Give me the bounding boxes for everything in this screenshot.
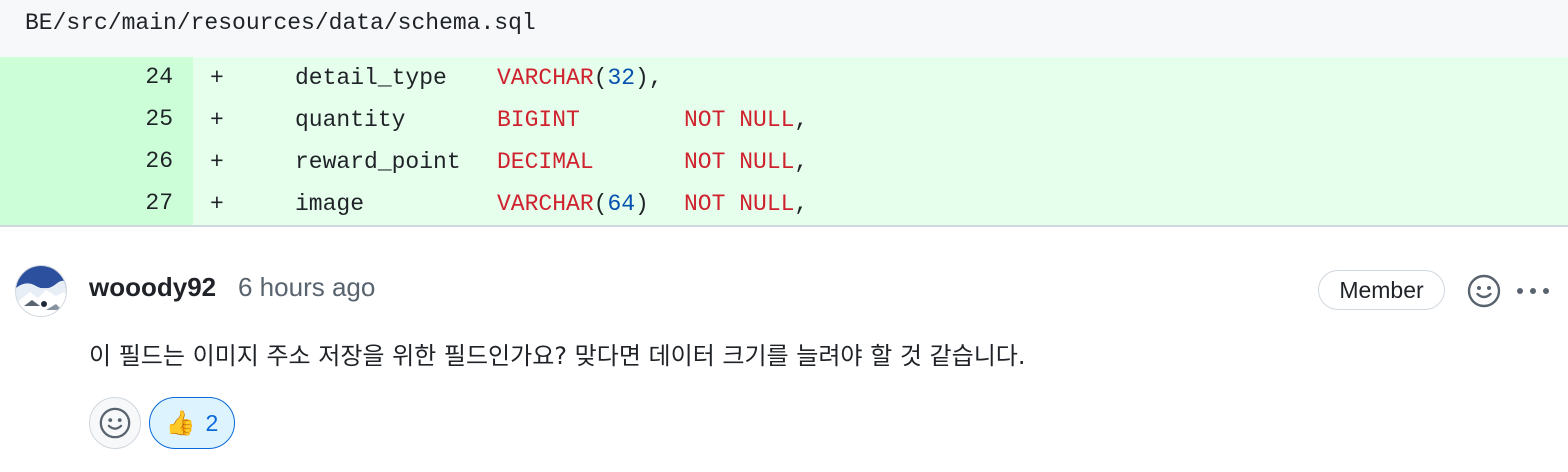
- column-name: detail_type: [295, 65, 447, 91]
- file-path-header[interactable]: BE/src/main/resources/data/schema.sql: [0, 0, 1568, 57]
- comment-author[interactable]: wooody92: [89, 272, 216, 303]
- trailing-comma: ,: [794, 107, 809, 133]
- column-type: DECIMAL: [497, 149, 594, 175]
- avatar-image: [16, 266, 66, 316]
- kebab-horizontal-icon[interactable]: [1514, 276, 1554, 306]
- type-paren-close: ): [635, 191, 649, 217]
- smiley-icon: [99, 407, 131, 439]
- column-constraint: NOT NULL,: [684, 141, 808, 183]
- code-line: + detail_type VARCHAR(32),: [193, 57, 1568, 99]
- thumbs-up-icon: 👍: [165, 409, 196, 437]
- diff-hunk: 24 + detail_type VARCHAR(32), 25 + quant…: [0, 57, 1568, 226]
- diff-line: 27 + image VARCHAR(64) NOT NULL,: [0, 183, 1568, 225]
- comment-timestamp[interactable]: 6 hours ago: [238, 272, 375, 303]
- reaction-count: 2: [205, 409, 219, 436]
- role-badge: Member: [1318, 270, 1445, 310]
- column-type: VARCHAR(32),: [497, 57, 663, 99]
- code-line: + quantity BIGINT NOT NULL,: [193, 99, 1568, 141]
- smiley-icon[interactable]: [1466, 273, 1502, 309]
- diff-line: 24 + detail_type VARCHAR(32),: [0, 57, 1568, 99]
- column-type: VARCHAR(64): [497, 183, 649, 225]
- file-path[interactable]: BE/src/main/resources/data/schema.sql: [25, 10, 536, 36]
- diff-add-marker: +: [210, 107, 224, 133]
- code-line: + reward_point DECIMAL NOT NULL,: [193, 141, 1568, 183]
- diff-line: 26 + reward_point DECIMAL NOT NULL,: [0, 141, 1568, 183]
- line-number[interactable]: 25: [0, 99, 193, 141]
- divider: [0, 225, 1568, 227]
- add-reaction-button[interactable]: [89, 397, 141, 449]
- line-number[interactable]: 26: [0, 141, 193, 183]
- line-number[interactable]: 27: [0, 183, 193, 225]
- column-name: quantity: [295, 107, 406, 133]
- diff-add-marker: +: [210, 191, 224, 217]
- reaction-thumbs-up-button[interactable]: 👍 2: [149, 397, 235, 449]
- constraint-keyword: NOT NULL: [684, 149, 795, 175]
- type-keyword: VARCHAR: [497, 191, 594, 217]
- trailing-comma: ,: [794, 149, 809, 175]
- column-name: image: [295, 191, 365, 217]
- column-constraint: NOT NULL,: [684, 183, 808, 225]
- constraint-keyword: NOT NULL: [684, 191, 795, 217]
- type-paren-open: (: [593, 65, 608, 91]
- code-line: + image VARCHAR(64) NOT NULL,: [193, 183, 1568, 225]
- type-size: 32: [607, 65, 636, 91]
- type-paren-open: (: [593, 191, 608, 217]
- avatar[interactable]: [15, 265, 67, 317]
- diff-line: 25 + quantity BIGINT NOT NULL,: [0, 99, 1568, 141]
- column-constraint: NOT NULL,: [684, 99, 808, 141]
- diff-add-marker: +: [210, 149, 224, 175]
- type-paren-close: ): [635, 65, 649, 91]
- trailing-comma: ,: [648, 65, 663, 91]
- type-size: 64: [607, 191, 636, 217]
- constraint-keyword: NOT NULL: [684, 107, 795, 133]
- column-name: reward_point: [295, 149, 461, 175]
- trailing-comma: ,: [794, 191, 809, 217]
- diff-add-marker: +: [210, 65, 224, 91]
- type-keyword: VARCHAR: [497, 65, 594, 91]
- line-number[interactable]: 24: [0, 57, 193, 99]
- role-badge-label: Member: [1339, 276, 1424, 303]
- comment-body: 이 필드는 이미지 주소 저장을 위한 필드인가요? 맞다면 데이터 크기를 늘…: [89, 342, 1026, 370]
- column-type: BIGINT: [497, 107, 580, 133]
